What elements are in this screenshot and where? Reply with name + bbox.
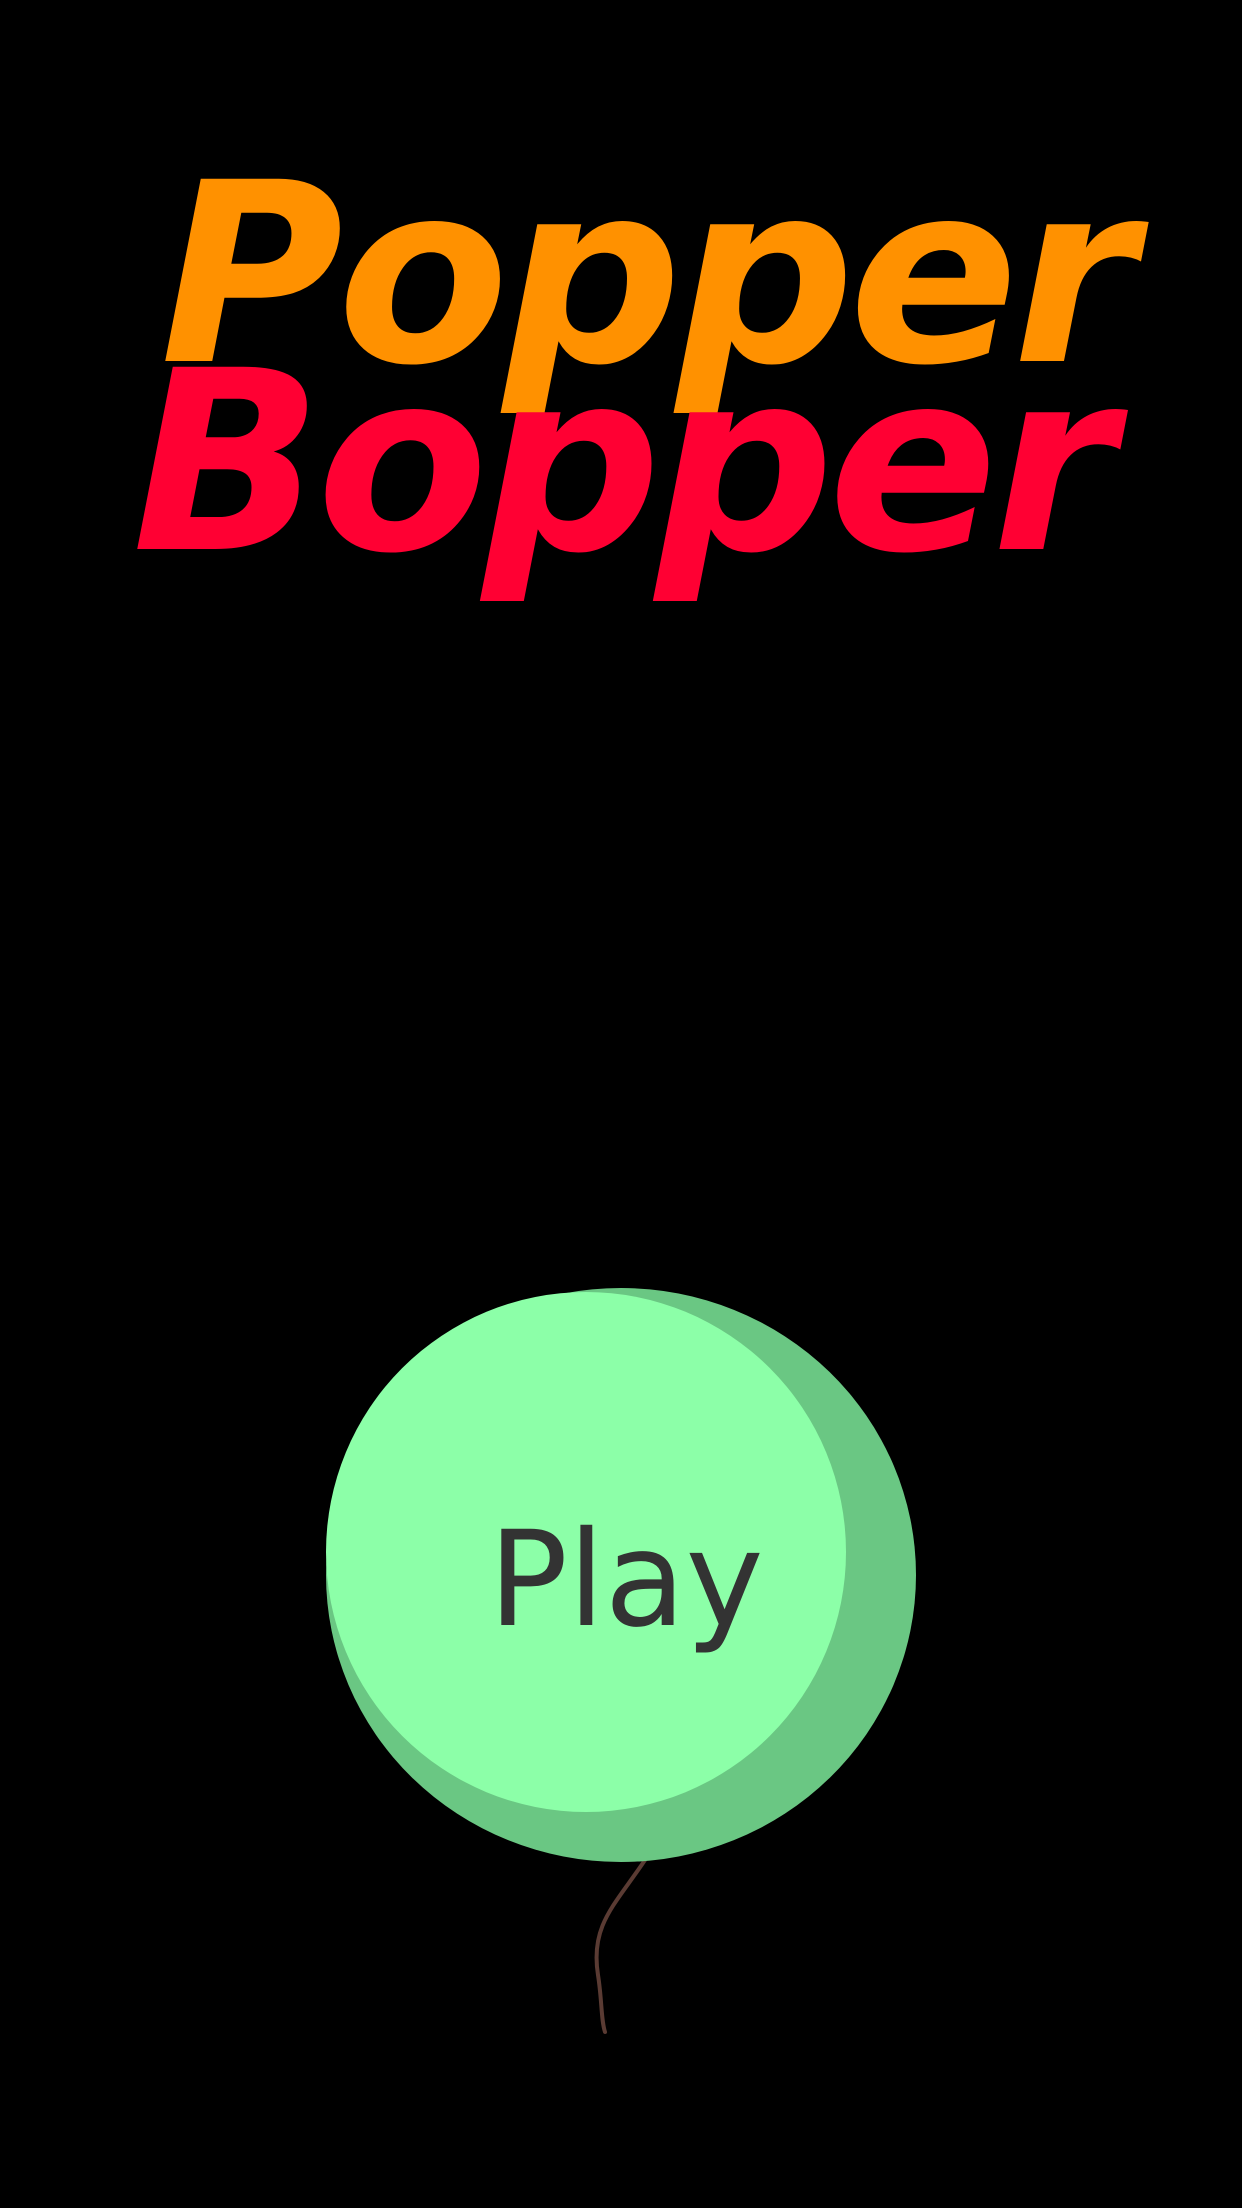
logo-word-bopper: Bopper [132, 317, 1115, 608]
game-title-screen: { "title": { "line1": "Popper", "line2":… [0, 0, 1242, 2208]
play-button-label[interactable]: Play [326, 1500, 926, 1660]
balloon-string [594, 1858, 647, 2034]
game-logo: Popper Bopper [0, 0, 1242, 700]
